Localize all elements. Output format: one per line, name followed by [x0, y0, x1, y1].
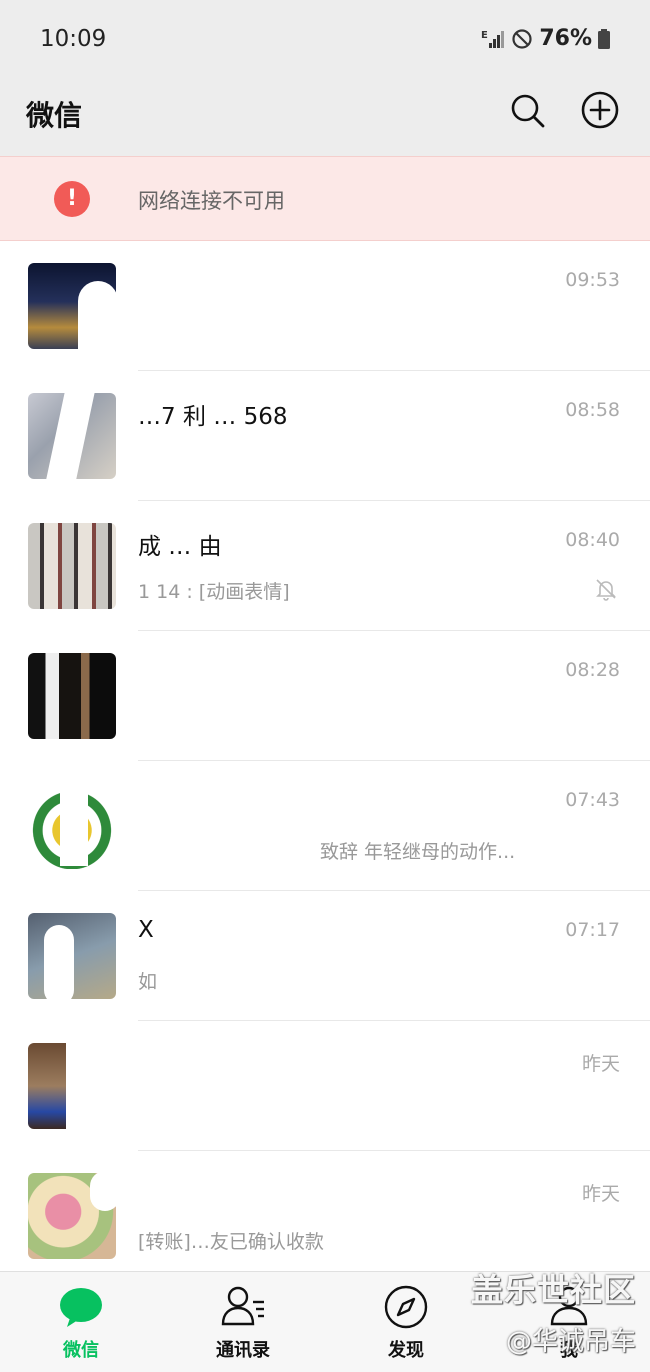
do-not-disturb-icon — [512, 28, 532, 49]
chat-name: …7 利 … 568 — [138, 404, 288, 430]
chat-time: 09:53 — [565, 269, 620, 291]
chat-name: X — [138, 917, 154, 943]
exclamation-icon: ! — [54, 181, 90, 217]
watermark-line1: 盖乐世社区 — [470, 1271, 636, 1309]
chat-time: 08:58 — [565, 399, 620, 421]
tab-chats[interactable]: 微信 — [21, 1284, 141, 1362]
status-time: 10:09 — [40, 26, 107, 52]
chat-row[interactable]: [转账]…友已确认收款 昨天 — [0, 1151, 650, 1281]
plus-circle-icon[interactable] — [580, 90, 620, 130]
chat-preview: 1 14 : [动画表情] — [138, 581, 290, 603]
page-title: 微信 — [26, 99, 83, 132]
avatar — [28, 523, 116, 609]
chat-time: 昨天 — [581, 1183, 620, 1205]
redaction — [78, 281, 118, 351]
watermark-line2: @华诚吊车 — [505, 1327, 636, 1357]
chat-preview: [转账]…友已确认收款 — [138, 1231, 324, 1253]
chat-time: 07:17 — [565, 919, 620, 941]
chat-row[interactable]: 09:53 — [0, 241, 650, 371]
tab-label: 通讯录 — [216, 1340, 270, 1361]
chat-row[interactable]: …7 利 … 568 08:58 — [0, 371, 650, 501]
chat-bubble-icon — [60, 1288, 102, 1327]
chat-row[interactable]: 昨天 — [0, 1021, 650, 1151]
redaction — [60, 791, 88, 866]
banner-text: 网络连接不可用 — [138, 189, 285, 213]
chat-row[interactable]: X 如 07:17 — [0, 891, 650, 1021]
tab-discover[interactable]: 发现 — [346, 1284, 466, 1362]
network-warning-banner[interactable]: ! 网络连接不可用 — [0, 156, 650, 241]
chat-time: 昨天 — [581, 1053, 620, 1075]
status-indicators: E 76% — [481, 26, 610, 51]
watermark: 盖乐世社区 @华诚吊车 — [471, 1265, 636, 1358]
redaction — [44, 925, 74, 1005]
tab-label: 发现 — [388, 1340, 424, 1361]
chat-row[interactable]: 成 … 由 1 14 : [动画表情] 08:40 — [0, 501, 650, 631]
chat-list: 09:53 …7 利 … 568 08:58 成 … 由 1 14 : [动画表… — [0, 241, 650, 1281]
contacts-icon — [221, 1286, 264, 1326]
chat-name: 成 … 由 — [138, 534, 222, 560]
compass-icon — [384, 1285, 428, 1329]
status-bar: 10:09 E 76% — [0, 0, 650, 82]
tab-contacts[interactable]: 通讯录 — [183, 1284, 303, 1362]
app-header: 微信 — [0, 82, 650, 156]
chat-row[interactable]: 致辞 年轻继母的动作... 07:43 — [0, 761, 650, 891]
avatar — [28, 653, 116, 739]
chat-preview: 如 — [138, 971, 158, 993]
chat-preview: 致辞 年轻继母的动作... — [320, 841, 516, 863]
redaction — [66, 1043, 116, 1131]
chat-time: 07:43 — [565, 789, 620, 811]
network-type: E — [481, 30, 488, 41]
chat-time: 08:40 — [565, 529, 620, 551]
mute-bell-icon — [596, 579, 616, 601]
tab-label: 微信 — [63, 1340, 99, 1361]
chat-time: 08:28 — [565, 659, 620, 681]
chat-row[interactable]: 08:28 — [0, 631, 650, 761]
redaction — [90, 1171, 120, 1211]
battery-icon — [598, 28, 610, 49]
search-icon[interactable] — [507, 90, 547, 130]
battery-percent: 76% — [539, 26, 592, 51]
signal-icon: E — [481, 30, 505, 48]
